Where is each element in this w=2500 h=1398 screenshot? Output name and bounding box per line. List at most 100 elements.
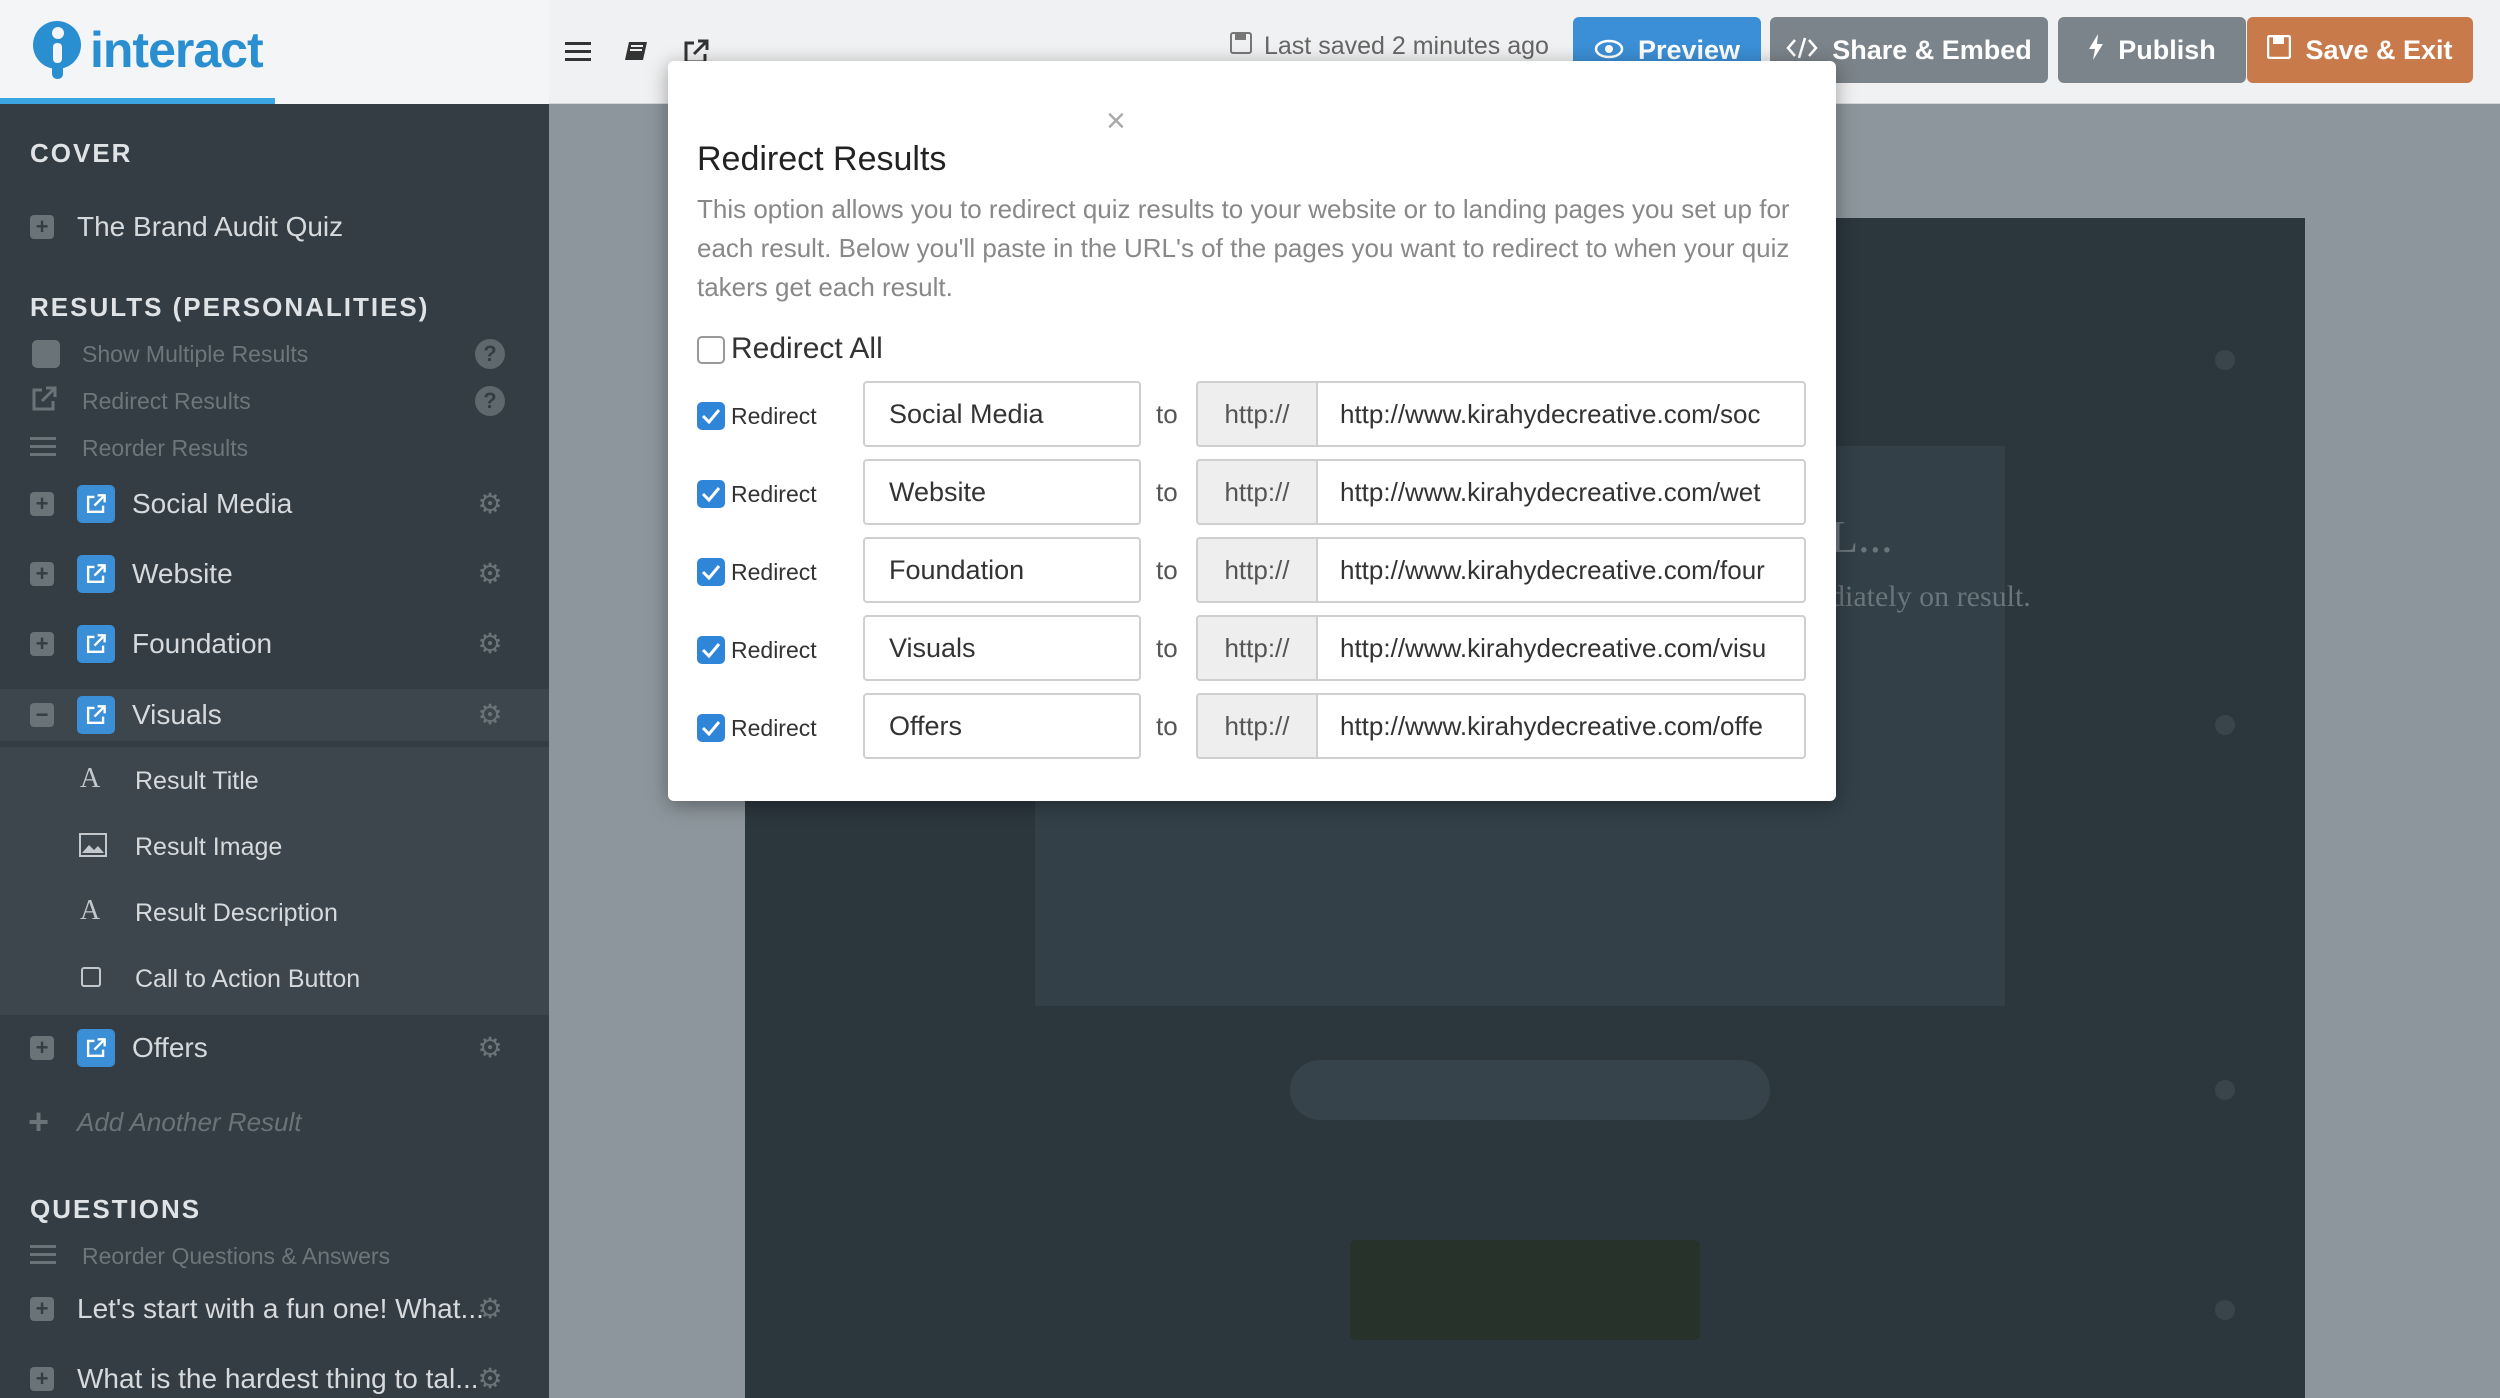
check-icon (701, 721, 721, 737)
text-icon: A (80, 895, 101, 926)
redirect-url-input[interactable]: http://www.kirahydecreative.com/wet (1316, 459, 1806, 525)
save-exit-button[interactable]: Save & Exit (2247, 17, 2473, 83)
result-name-field[interactable]: Visuals (863, 615, 1141, 681)
redirect-results-label: Redirect Results (82, 387, 251, 414)
protocol-prefix: http:// (1196, 381, 1316, 447)
expand-icon[interactable]: + (30, 632, 54, 656)
child-label: Result Title (135, 767, 259, 795)
sidebar-child-result-image[interactable]: Result Image (0, 813, 549, 879)
result-label: Website (132, 558, 233, 589)
redirect-icon (77, 485, 115, 523)
result-name-field[interactable]: Foundation (863, 537, 1141, 603)
gear-icon[interactable]: ⚙ (477, 630, 503, 658)
check-icon (701, 487, 721, 503)
to-label: to (1156, 399, 1178, 429)
sidebar-item-social-media[interactable]: + Social Media ⚙ (0, 479, 549, 529)
reorder-questions-label: Reorder Questions & Answers (82, 1242, 391, 1269)
redirect-icon (77, 696, 115, 734)
publish-label: Publish (2118, 34, 2216, 65)
canvas-handle[interactable] (2215, 350, 2235, 370)
collapse-icon[interactable]: − (30, 703, 54, 727)
expand-icon[interactable]: + (30, 562, 54, 586)
redirect-url-input[interactable]: http://www.kirahydecreative.com/four (1316, 537, 1806, 603)
sidebar-item-cover[interactable]: + The Brand Audit Quiz (0, 204, 549, 250)
redirect-label: Redirect (731, 403, 817, 429)
redirect-checkbox[interactable] (697, 636, 725, 664)
result-name-field[interactable]: Website (863, 459, 1141, 525)
redirect-icon (77, 625, 115, 663)
logo[interactable]: interact (30, 18, 264, 82)
redirect-checkbox[interactable] (697, 714, 725, 742)
sidebar-question-2[interactable]: + What is the hardest thing to tal... ⚙ (0, 1354, 549, 1398)
expand-icon[interactable]: + (30, 1297, 54, 1321)
reorder-questions-option[interactable]: Reorder Questions & Answers (0, 1236, 549, 1276)
gear-icon[interactable]: ⚙ (477, 701, 503, 729)
book-icon[interactable] (612, 28, 660, 76)
result-name-field[interactable]: Offers (863, 693, 1141, 759)
save-exit-label: Save & Exit (2305, 34, 2453, 65)
expand-icon[interactable]: + (30, 492, 54, 516)
sidebar-item-website[interactable]: + Website ⚙ (0, 549, 549, 599)
protocol-prefix: http:// (1196, 693, 1316, 759)
sidebar-item-foundation[interactable]: + Foundation ⚙ (0, 619, 549, 669)
to-label: to (1156, 555, 1178, 585)
show-multiple-results-toggle[interactable]: Show Multiple Results ? (0, 334, 549, 374)
cover-item-label: The Brand Audit Quiz (77, 211, 344, 242)
gear-icon[interactable]: ⚙ (477, 1365, 503, 1393)
result-label: Visuals (132, 699, 222, 730)
gear-icon[interactable]: ⚙ (477, 560, 503, 588)
sidebar-item-offers[interactable]: + Offers ⚙ (0, 1023, 549, 1073)
show-multiple-label: Show Multiple Results (82, 340, 309, 367)
check-icon (701, 565, 721, 581)
reorder-results-option[interactable]: Reorder Results (0, 428, 549, 468)
add-another-result-button[interactable]: + Add Another Result (0, 1097, 549, 1147)
child-label: Result Description (135, 899, 338, 927)
result-label: Social Media (132, 488, 293, 519)
close-icon[interactable]: × (1106, 104, 1126, 138)
canvas-handle[interactable] (2215, 715, 2235, 735)
visuals-children: A Result Title Result Image A Result Des… (0, 747, 549, 1015)
redirect-checkbox[interactable] (697, 480, 725, 508)
expand-icon[interactable]: + (30, 215, 54, 239)
canvas-handle[interactable] (2215, 1080, 2235, 1100)
redirect-label: Redirect (731, 481, 817, 507)
cover-heading: COVER (30, 138, 133, 168)
sidebar-item-visuals[interactable]: − Visuals ⚙ (0, 689, 549, 741)
lightning-icon (2088, 33, 2104, 67)
floppy-disk-icon (1230, 32, 1252, 61)
help-icon[interactable]: ? (475, 339, 505, 369)
menu-icon[interactable] (554, 28, 602, 76)
modal-title: Redirect Results (697, 140, 947, 178)
redirect-url-input[interactable]: http://www.kirahydecreative.com/offe (1316, 693, 1806, 759)
help-icon[interactable]: ? (475, 386, 505, 416)
gear-icon[interactable]: ⚙ (477, 1295, 503, 1323)
redirect-results-option[interactable]: Redirect Results ? (0, 381, 549, 421)
show-multiple-checkbox[interactable] (32, 340, 60, 368)
next-button-preview (1350, 1240, 1700, 1340)
last-saved-status: Last saved 2 minutes ago (1230, 32, 1549, 61)
sidebar-child-cta-button[interactable]: Call to Action Button (0, 945, 549, 1011)
logo-area: interact (0, 0, 549, 104)
publish-button[interactable]: Publish (2058, 17, 2246, 83)
sidebar-question-1[interactable]: + Let's start with a fun one! What... ⚙ (0, 1284, 549, 1334)
result-name-field[interactable]: Social Media (863, 381, 1141, 447)
check-icon (701, 409, 721, 425)
result-description-preview: diately on result. (1830, 580, 2031, 613)
redirect-icon (77, 1029, 115, 1067)
redirect-checkbox[interactable] (697, 558, 725, 586)
redirect-all-checkbox[interactable] (697, 336, 725, 364)
redirect-checkbox[interactable] (697, 402, 725, 430)
expand-icon[interactable]: + (30, 1367, 54, 1391)
gear-icon[interactable]: ⚙ (477, 1034, 503, 1062)
gear-icon[interactable]: ⚙ (477, 490, 503, 518)
to-label: to (1156, 477, 1178, 507)
sidebar-child-result-title[interactable]: A Result Title (0, 747, 549, 813)
redirect-url-input[interactable]: http://www.kirahydecreative.com/soc (1316, 381, 1806, 447)
question-label: What is the hardest thing to tal... (77, 1363, 479, 1394)
result-label: Offers (132, 1032, 208, 1063)
canvas-handle[interactable] (2215, 1300, 2235, 1320)
sidebar-child-result-description[interactable]: A Result Description (0, 879, 549, 945)
cta-preview (1290, 1060, 1770, 1120)
expand-icon[interactable]: + (30, 1036, 54, 1060)
redirect-url-input[interactable]: http://www.kirahydecreative.com/visu (1316, 615, 1806, 681)
